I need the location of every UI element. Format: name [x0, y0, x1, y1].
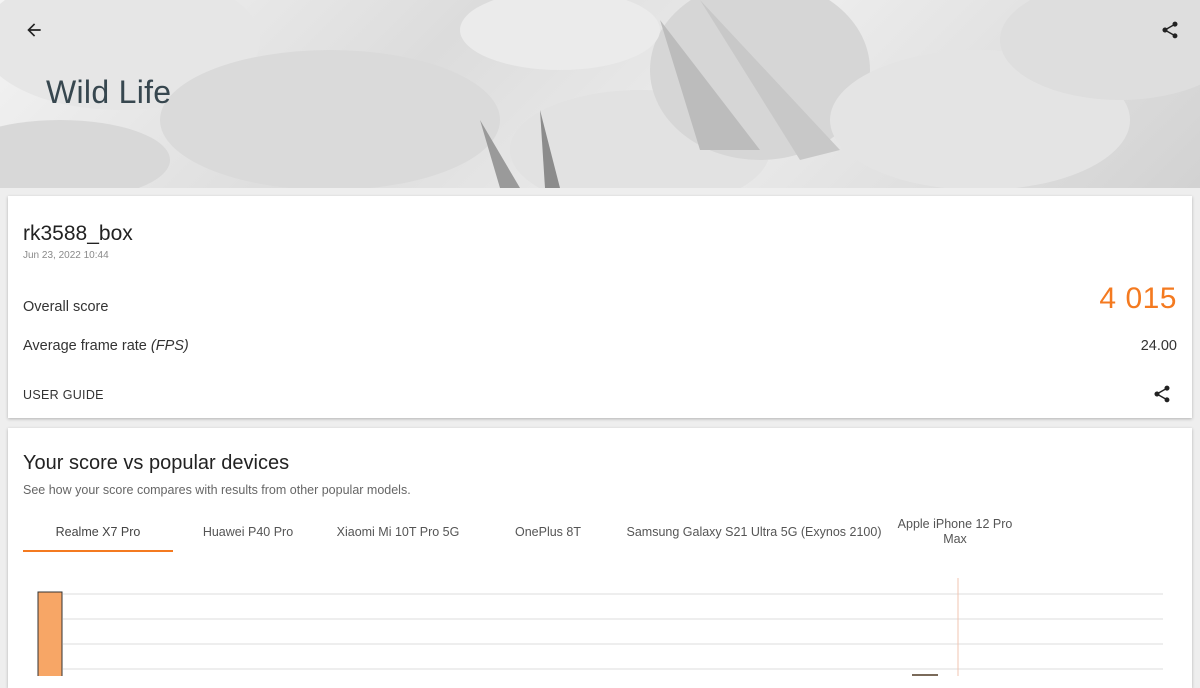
tab-realme-x7-pro[interactable]: Realme X7 Pro: [23, 512, 173, 552]
active-tab-indicator: [23, 550, 173, 552]
share-icon: [1154, 385, 1170, 403]
page-title: Wild Life: [46, 74, 172, 110]
result-date: Jun 23, 2022 10:44: [23, 250, 109, 261]
share-icon: [1162, 21, 1178, 39]
result-card: rk3588_box Jun 23, 2022 10:44 Overall sc…: [8, 196, 1192, 418]
tab-apple-iphone-12-pro-max[interactable]: Apple iPhone 12 Pro Max: [885, 512, 1025, 552]
rocks-background: [0, 0, 1200, 188]
back-button[interactable]: [18, 14, 50, 46]
device-name: rk3588_box: [23, 222, 133, 245]
fps-unit: (FPS): [150, 338, 189, 354]
fps-label-text: Average frame rate: [23, 338, 147, 354]
tab-huawei-p40-pro[interactable]: Huawei P40 Pro: [173, 512, 323, 552]
device-bar: [912, 674, 938, 676]
user-guide-link[interactable]: USER GUIDE: [23, 388, 104, 402]
overall-score-value: 4 015: [1099, 282, 1177, 315]
comparison-subtitle: See how your score compares with results…: [23, 483, 411, 497]
share-result-button[interactable]: [1150, 382, 1174, 406]
share-button[interactable]: [1154, 14, 1186, 46]
fps-value: 24.00: [1140, 338, 1177, 354]
score-bar: [37, 591, 63, 676]
arrow-left-icon: [27, 23, 41, 37]
comparison-card: Your score vs popular devices See how yo…: [8, 428, 1192, 688]
tab-xiaomi-mi-10t-pro[interactable]: Xiaomi Mi 10T Pro 5G: [323, 512, 473, 552]
tab-samsung-s21-ultra[interactable]: Samsung Galaxy S21 Ultra 5G (Exynos 2100…: [623, 512, 885, 552]
comparison-chart: [37, 578, 1163, 676]
comparison-title: Your score vs popular devices: [23, 452, 290, 474]
tab-oneplus-8t[interactable]: OnePlus 8T: [473, 512, 623, 552]
hero-banner: Wild Life: [0, 0, 1200, 188]
fps-label: Average frame rate (FPS): [23, 338, 189, 354]
device-tabs: Realme X7 Pro Huawei P40 Pro Xiaomi Mi 1…: [23, 512, 1173, 552]
overall-score-label: Overall score: [23, 299, 109, 315]
